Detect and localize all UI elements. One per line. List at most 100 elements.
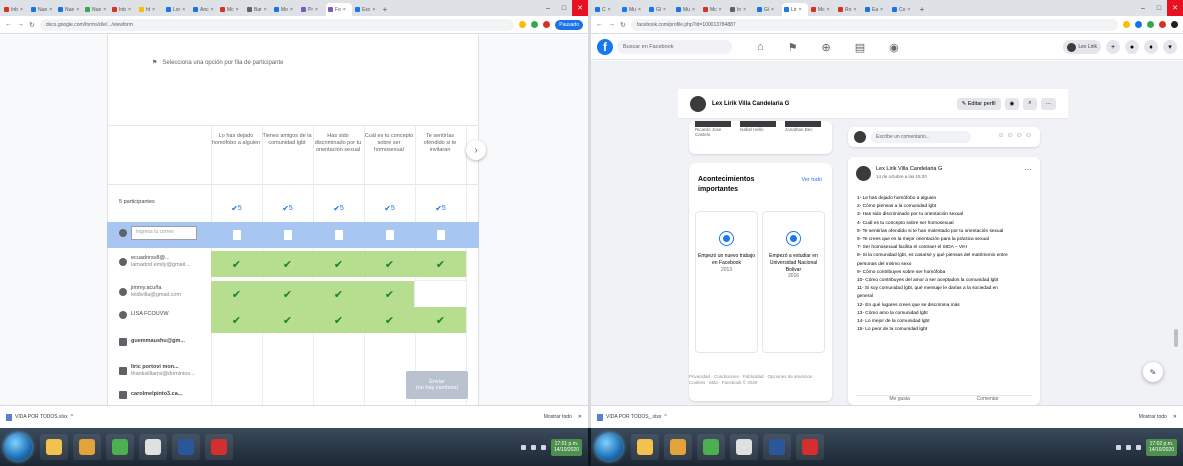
tab-close-icon[interactable]: × xyxy=(128,7,131,13)
grid-cell[interactable]: ✔ xyxy=(262,281,313,307)
avatar[interactable] xyxy=(856,166,871,181)
close-button[interactable]: ✕ xyxy=(1167,0,1183,16)
taskbar-app-folder[interactable] xyxy=(664,434,692,460)
edit-profile-button[interactable]: ✎ Editar perfil xyxy=(956,97,1001,110)
taskbar-app-word[interactable] xyxy=(172,434,200,460)
tab-close-icon[interactable]: × xyxy=(211,7,214,13)
start-button[interactable] xyxy=(4,433,32,461)
maximize-button[interactable]: □ xyxy=(556,0,572,16)
tab-close-icon[interactable]: × xyxy=(372,7,375,13)
browser-tab[interactable]: Gl × xyxy=(647,3,673,16)
browser-tab[interactable]: Inb × xyxy=(110,3,136,16)
tab-close-icon[interactable]: × xyxy=(719,7,722,13)
grid-cell[interactable] xyxy=(313,360,364,386)
browser-tab[interactable]: Mc × xyxy=(701,3,727,16)
grid-cell[interactable] xyxy=(211,222,262,248)
maximize-button[interactable]: □ xyxy=(1151,0,1167,16)
tab-close-icon[interactable]: × xyxy=(692,7,695,13)
profile-avatar-icon[interactable] xyxy=(1171,21,1178,28)
grid-cell[interactable] xyxy=(313,334,364,360)
facebook-search-input[interactable]: Buscar en Facebook xyxy=(617,40,732,54)
taskbar-app-media[interactable] xyxy=(139,434,167,460)
emoji-icon[interactable]: ☺☺☺☺ xyxy=(997,132,1034,139)
browser-tab[interactable]: Ro × xyxy=(836,3,862,16)
tab-close-icon[interactable]: × xyxy=(663,7,666,13)
tray-icon[interactable] xyxy=(1115,444,1121,450)
grid-cell[interactable]: ✔ xyxy=(211,281,262,307)
close-icon[interactable]: ✕ xyxy=(1173,414,1177,420)
taskbar-app-chrome[interactable] xyxy=(697,434,725,460)
grid-cell[interactable]: ✔ xyxy=(364,307,415,333)
friend-tile[interactable]: Isabel Hello xyxy=(740,121,776,132)
grid-cell[interactable] xyxy=(211,334,262,360)
new-tab-button[interactable]: + xyxy=(380,3,390,16)
tab-close-icon[interactable]: × xyxy=(76,7,79,13)
browser-tab[interactable]: Co × xyxy=(890,3,916,16)
show-all-link[interactable]: Mostrar todo xyxy=(1139,414,1167,420)
grid-cell[interactable]: ✔ xyxy=(364,281,415,307)
browser-tab[interactable]: Nue × xyxy=(56,3,82,16)
profile-name[interactable]: Lex Lirik Villa Candelaria G xyxy=(712,101,789,107)
browser-tab[interactable]: Gi × xyxy=(755,3,781,16)
tab-close-icon[interactable]: × xyxy=(152,7,155,13)
post-options-icon[interactable]: ⋯ xyxy=(1024,165,1032,174)
search-profile-button[interactable]: ⌕ xyxy=(1023,97,1037,110)
tab-close-icon[interactable]: × xyxy=(343,7,346,13)
tab-close-icon[interactable]: × xyxy=(236,7,239,13)
taskbar-app-explorer[interactable] xyxy=(40,434,68,460)
grid-cell[interactable]: ✔ xyxy=(313,281,364,307)
browser-tab[interactable]: Nue × xyxy=(83,3,109,16)
profile-avatar[interactable] xyxy=(690,95,706,112)
checkbox[interactable] xyxy=(436,230,445,240)
volume-icon[interactable] xyxy=(530,444,536,450)
extension-icon[interactable] xyxy=(1135,21,1142,28)
checkbox[interactable] xyxy=(385,230,394,240)
facebook-logo-icon[interactable]: f xyxy=(597,39,613,55)
browser-tab[interactable]: Anc × xyxy=(191,3,217,16)
tab-close-icon[interactable]: × xyxy=(264,7,267,13)
taskbar-app-chrome[interactable] xyxy=(106,434,134,460)
grid-cell[interactable] xyxy=(262,334,313,360)
tab-close-icon[interactable]: × xyxy=(608,7,611,13)
reload-icon[interactable]: ↻ xyxy=(29,21,35,29)
close-button[interactable]: ✕ xyxy=(572,0,588,16)
grid-cell[interactable] xyxy=(415,222,466,248)
browser-tab[interactable]: Mu × xyxy=(674,3,700,16)
new-tab-button[interactable]: + xyxy=(917,3,927,16)
grid-cell[interactable]: ✔ xyxy=(415,251,466,277)
tab-close-icon[interactable]: × xyxy=(638,7,641,13)
grid-cell[interactable]: ✔ xyxy=(262,307,313,333)
create-icon[interactable]: + xyxy=(1106,40,1120,54)
more-options-button[interactable]: ⋯ xyxy=(1040,97,1056,110)
browser-tab[interactable]: ht × xyxy=(137,3,163,16)
taskbar-app-pdf[interactable] xyxy=(205,434,233,460)
browser-tab[interactable]: Bar × xyxy=(245,3,271,16)
scrollbar-thumb[interactable] xyxy=(1174,329,1178,347)
clock[interactable]: 17:01 p.m. 14/10/2020 xyxy=(550,438,582,456)
checkbox[interactable] xyxy=(283,230,292,240)
browser-tab[interactable]: Lir × xyxy=(782,3,808,16)
post-author[interactable]: Lex Lirik Villa Candelaria G xyxy=(876,166,942,172)
notifications-icon[interactable]: ♦ xyxy=(1144,40,1158,54)
url-input[interactable]: facebook.com/profile.php?id=100013784887 xyxy=(630,18,1118,31)
post-date[interactable]: 14 de octubre a las 15:20 xyxy=(876,174,927,179)
tab-close-icon[interactable]: × xyxy=(827,7,830,13)
network-icon[interactable] xyxy=(540,444,546,450)
grid-cell[interactable]: ✔ xyxy=(211,307,262,333)
friend-tile[interactable]: Ricardo Jose Castelo xyxy=(695,121,731,137)
reload-icon[interactable]: ↻ xyxy=(620,21,626,29)
tab-close-icon[interactable]: × xyxy=(853,7,856,13)
scroll-right-button[interactable]: › xyxy=(466,140,486,160)
close-icon[interactable]: ✕ xyxy=(578,414,582,420)
extension-icon[interactable] xyxy=(543,21,551,28)
comment-input[interactable]: Escribe un comentario... xyxy=(871,131,971,143)
tab-close-icon[interactable]: × xyxy=(743,7,746,13)
taskbar-app-explorer[interactable] xyxy=(631,434,659,460)
grid-cell[interactable]: ✔ xyxy=(262,251,313,277)
browser-tab[interactable]: Mu × xyxy=(620,3,646,16)
back-icon[interactable]: ← xyxy=(596,21,603,28)
back-icon[interactable]: ← xyxy=(5,21,12,28)
tab-close-icon[interactable]: × xyxy=(182,7,185,13)
browser-tab[interactable]: Nue × xyxy=(29,3,55,16)
chevron-up-icon[interactable]: ^ xyxy=(664,414,666,420)
